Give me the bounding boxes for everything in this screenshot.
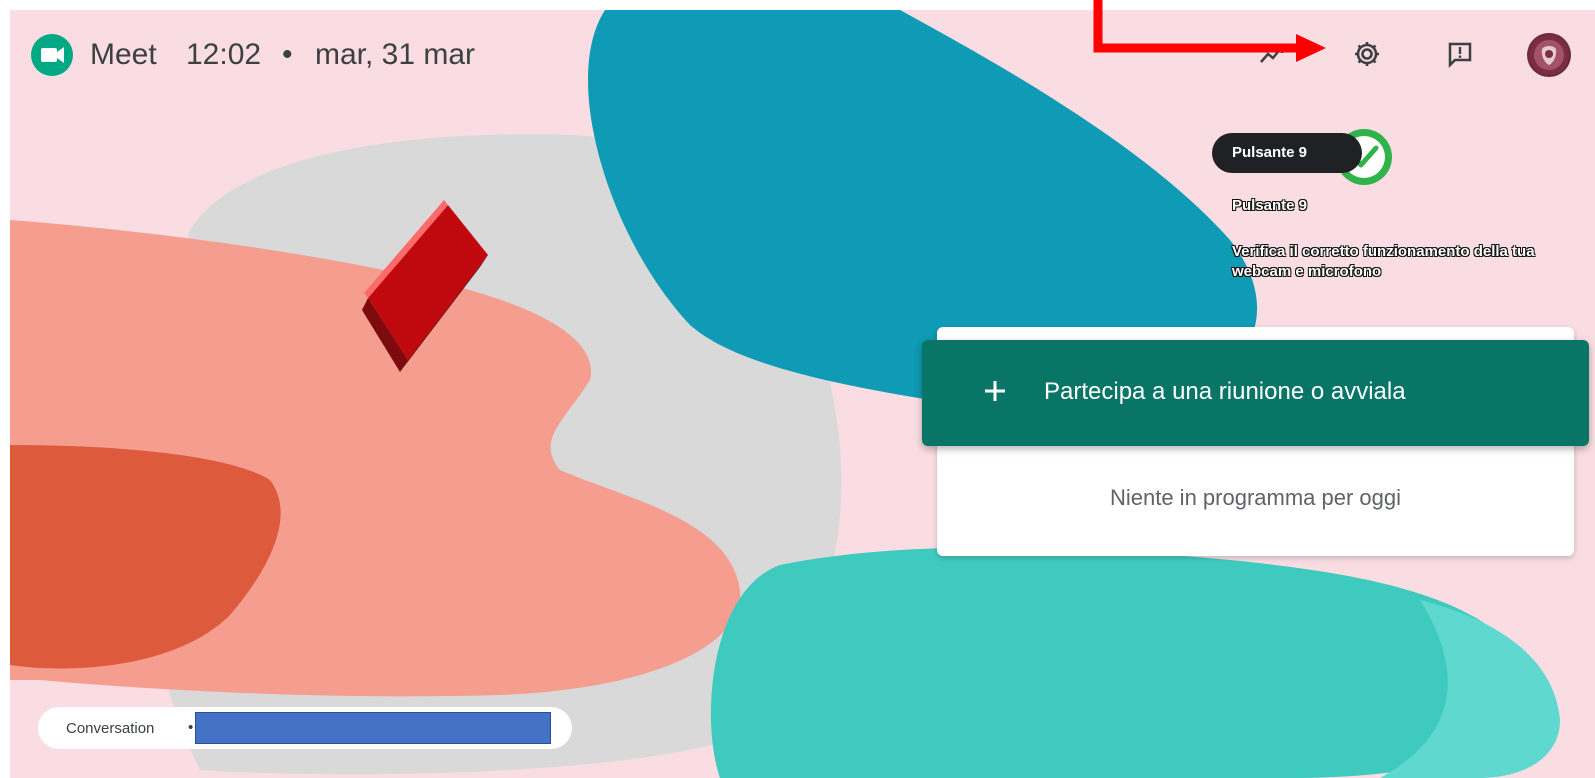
activity-icon — [1260, 45, 1284, 63]
app-name: Meet — [90, 38, 157, 71]
account-avatar[interactable] — [1527, 33, 1571, 77]
frame-left — [0, 0, 10, 778]
conversation-bar[interactable]: Conversation • — [38, 707, 572, 749]
feedback-icon — [1448, 42, 1472, 69]
current-date: mar, 31 mar — [315, 38, 476, 71]
tooltip-pill: Pulsante 9 — [1212, 133, 1362, 173]
gear-icon — [1355, 42, 1379, 66]
plus-icon — [985, 381, 1005, 401]
crest-icon — [1529, 35, 1569, 75]
activity-button[interactable] — [1253, 36, 1289, 72]
redacted-field — [195, 712, 551, 744]
header-separator: • — [282, 38, 293, 71]
google-meet-icon — [31, 34, 73, 76]
tooltip-title: Pulsante 9 — [1232, 197, 1308, 214]
current-time: 12:02 — [186, 38, 262, 71]
join-button-label: Partecipa a una riunione o avviala — [1044, 378, 1406, 405]
join-or-start-meeting-button[interactable]: Partecipa a una riunione o avviala — [922, 340, 1589, 446]
top-bar: Meet 12:02 • mar, 31 mar — [0, 0, 1595, 110]
teal-blob — [710, 547, 1539, 778]
feedback-button[interactable] — [1442, 36, 1478, 72]
settings-button[interactable] — [1349, 36, 1385, 72]
tooltip-description: Verifica il corretto funzionamento della… — [1232, 243, 1535, 280]
no-meetings-message: Niente in programma per oggi — [1109, 485, 1402, 510]
conversation-label: Conversation — [66, 720, 155, 737]
conversation-separator: • — [188, 719, 194, 736]
